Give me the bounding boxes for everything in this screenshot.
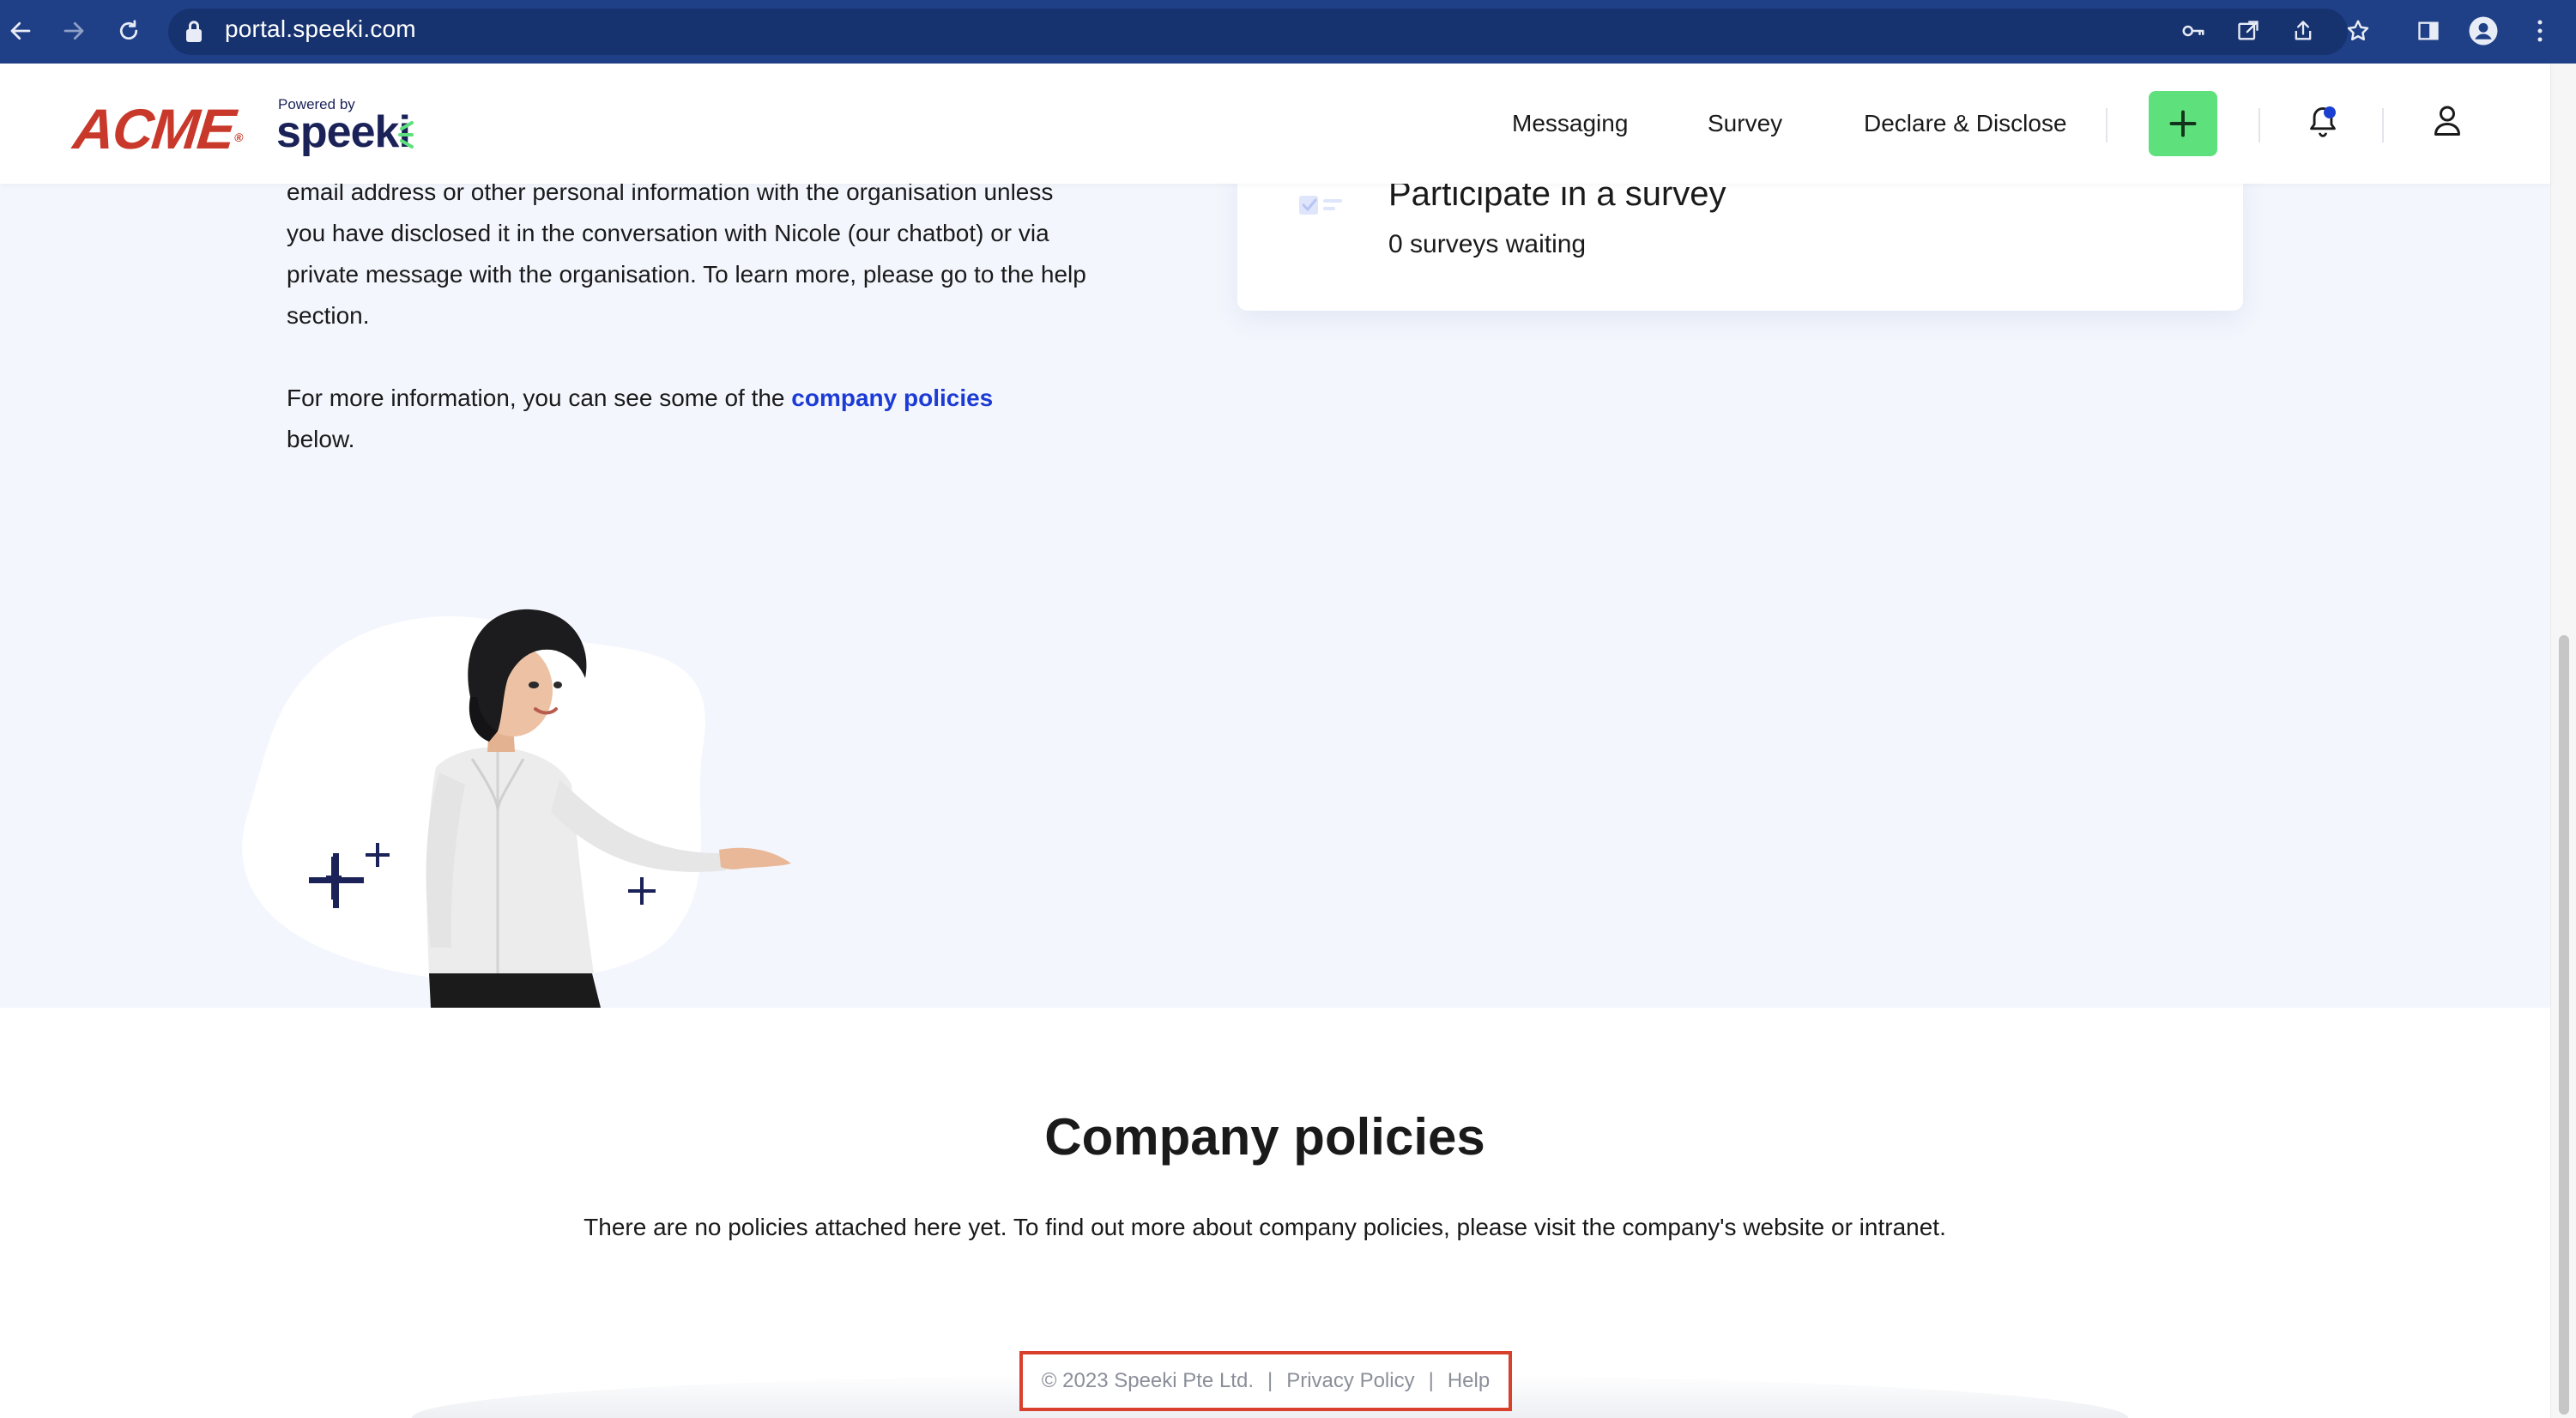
survey-icon [1299,196,1342,215]
help-link[interactable]: Help [1448,1369,1490,1393]
nicole-chatbot-illustration [242,609,791,1008]
star-icon[interactable] [2341,14,2375,48]
reload-icon[interactable] [110,12,148,50]
nav-divider [2106,108,2107,142]
nav-divider [2382,108,2384,142]
no-policies-message: There are no policies attached here yet.… [584,1214,1946,1240]
add-button[interactable] [2149,91,2217,156]
forward-icon[interactable] [55,12,93,50]
copyright-text: © 2023 Speeki Pte Ltd. [1041,1369,1254,1392]
scrollbar-thumb[interactable] [2559,635,2569,1415]
nav-divider [2259,108,2260,142]
menu-dots-icon[interactable] [2523,14,2557,48]
footer-separator: | [1428,1369,1434,1392]
privacy-notice-text: email address or other personal informat… [287,172,1145,501]
footer-separator: | [1267,1369,1273,1392]
sidebar-panel-icon[interactable] [2411,14,2446,48]
browser-toolbar: portal.speeki.com [0,0,2576,64]
open-external-icon[interactable] [2231,14,2265,48]
acme-logo[interactable]: ACME® [70,96,246,161]
share-icon[interactable] [2286,14,2320,48]
survey-count: 0 surveys waiting [1388,230,1587,258]
profile-avatar-icon[interactable] [2466,14,2500,48]
user-icon[interactable] [2432,103,2463,137]
back-icon[interactable] [2,12,39,50]
nav-survey[interactable]: Survey [1708,110,1782,137]
privacy-policy-link[interactable]: Privacy Policy [1286,1369,1414,1393]
nav-messaging[interactable]: Messaging [1512,110,1628,137]
url-text[interactable]: portal.speeki.com [225,15,416,43]
plus-icon [2169,110,2197,137]
privacy-paragraph: email address or other personal informat… [287,179,1086,329]
speeki-logo: speeki [276,107,411,157]
speeki-mark-icon [398,121,414,148]
lock-icon [186,21,202,42]
address-bar[interactable] [168,9,2348,55]
app-header: ACME® Powered by speeki Messaging Survey… [0,64,2550,184]
more-info-paragraph: For more information, you can see some o… [287,385,994,452]
footer: © 2023 Speeki Pte Ltd. | Privacy Policy … [1019,1351,1512,1411]
survey-card[interactable]: Participate in a survey 0 surveys waitin… [1237,167,2243,311]
company-policies-heading: Company policies [1044,1108,1485,1166]
key-icon[interactable] [2176,14,2210,48]
hero-section: email address or other personal informat… [0,167,2550,1008]
notification-dot [2324,106,2336,118]
company-policies-link[interactable]: company policies [791,385,993,411]
nav-declare-disclose[interactable]: Declare & Disclose [1864,110,2067,137]
